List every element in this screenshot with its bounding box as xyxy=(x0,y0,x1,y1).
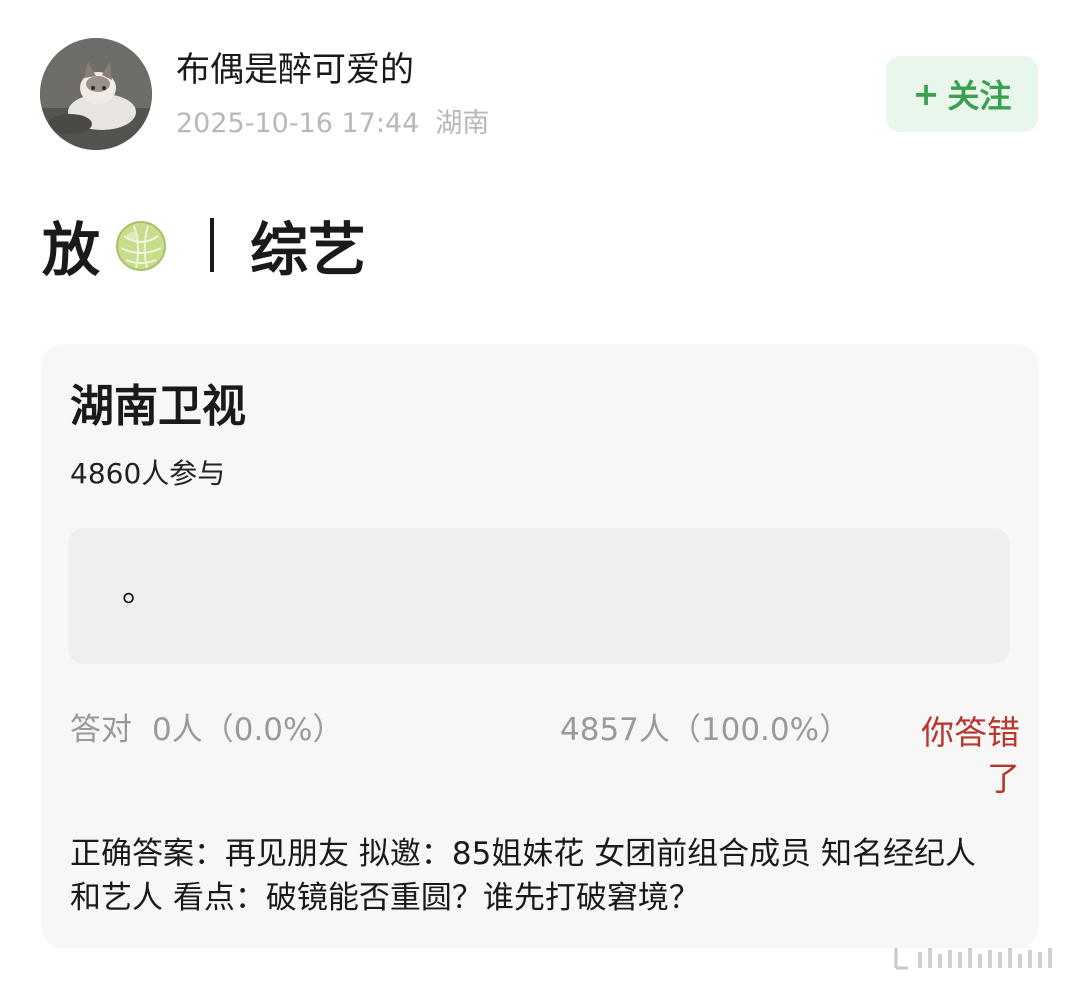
post-location: 湖南 xyxy=(435,108,490,139)
correct-answer-text: 正确答案：再见朋友 拟邀：85姐妹花 女团前组合成员 知名经纪人和艺人 看点：破… xyxy=(70,836,977,916)
watermark-graphic xyxy=(888,942,1068,972)
answer-option-text: 。 xyxy=(122,570,156,610)
result-label: 你答错了 xyxy=(921,713,1020,798)
follow-button[interactable]: + 关注 xyxy=(886,56,1038,132)
post-title-suffix: 综艺 xyxy=(250,216,367,284)
title-divider xyxy=(210,218,215,272)
avatar[interactable] xyxy=(40,38,152,150)
username[interactable]: 布偶是醉可爱的 xyxy=(176,48,414,92)
other-count: 4857人（100.0%） xyxy=(560,712,851,748)
quiz-title: 湖南卫视 xyxy=(70,381,246,432)
follow-label: 关注 xyxy=(947,77,1012,115)
melon-icon xyxy=(114,218,168,272)
plus-icon: + xyxy=(912,75,940,113)
correct-stats: 答对 0人（0.0%） xyxy=(70,710,343,750)
post-timestamp: 2025-10-16 17:44 xyxy=(176,108,420,139)
correct-label: 答对 xyxy=(70,712,132,748)
cat-avatar-image xyxy=(40,38,152,150)
participant-count: 4860人参与 xyxy=(70,457,226,490)
answer-option[interactable]: 。 xyxy=(68,528,1010,664)
post-title-prefix: 放 xyxy=(42,216,101,284)
post-meta: 2025-10-16 17:44 湖南 xyxy=(176,106,489,142)
post-title: 放 综艺 xyxy=(42,210,366,284)
correct-count: 0人（0.0%） xyxy=(152,712,344,748)
quiz-card: 湖南卫视 4860人参与 。 答对 0人（0.0%） 4857人（100.0%） … xyxy=(42,344,1038,948)
